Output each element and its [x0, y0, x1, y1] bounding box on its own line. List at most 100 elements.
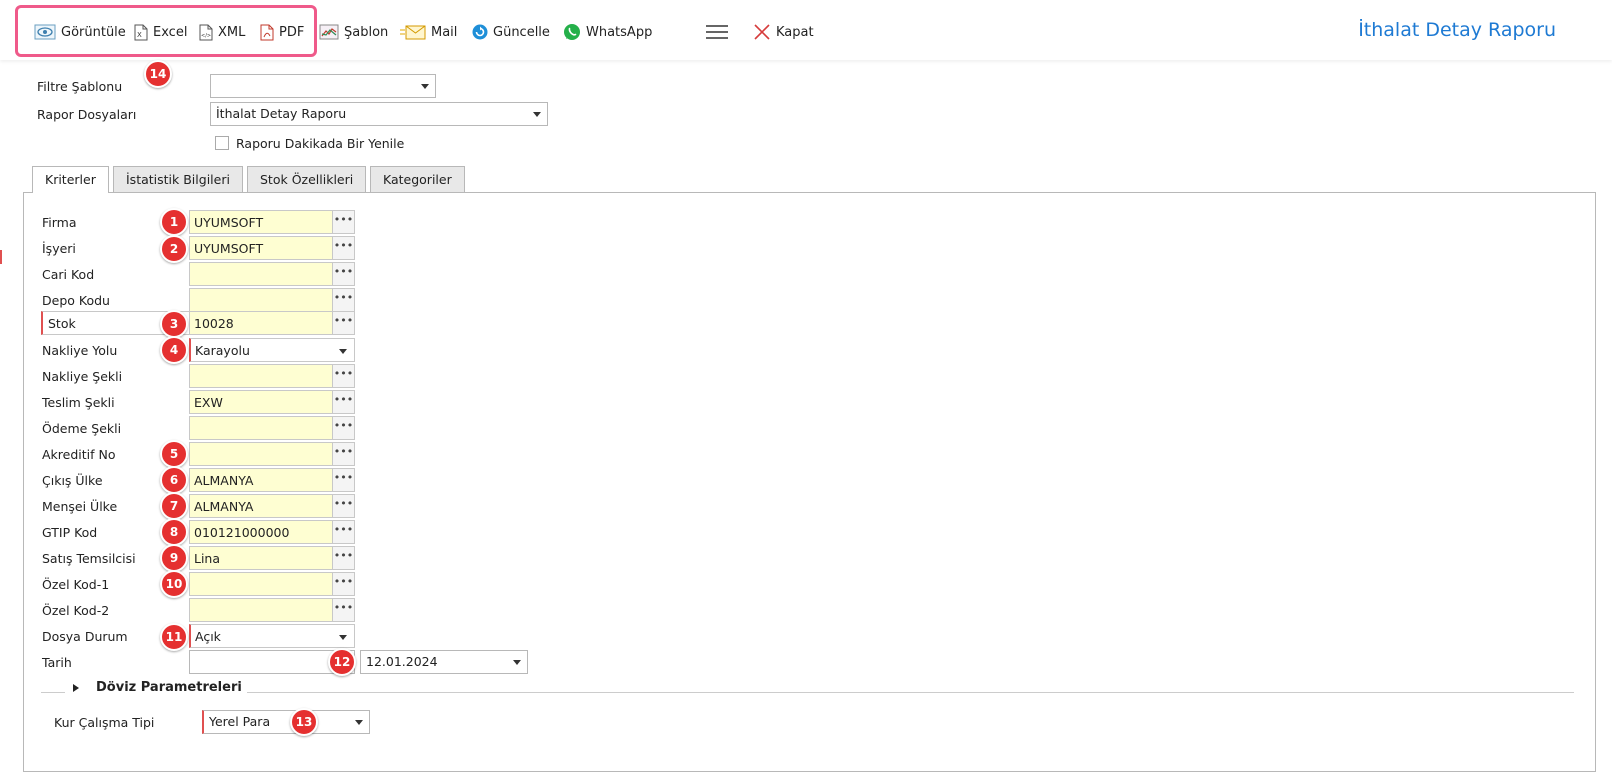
depo-kodu-lookup-button[interactable]: •••: [333, 288, 355, 312]
excel-file-icon: X: [134, 24, 148, 40]
whatsapp-button[interactable]: WhatsApp: [563, 20, 652, 44]
depo-kodu-label: Depo Kodu: [42, 293, 110, 308]
satis-temsilcisi-lookup-button[interactable]: •••: [333, 546, 355, 570]
caret-right-icon[interactable]: [72, 683, 80, 693]
template-button[interactable]: Şablon: [319, 20, 388, 44]
step-badge: 1: [160, 208, 188, 236]
cari-kod-lookup-button[interactable]: •••: [333, 262, 355, 286]
step-badge: 13: [290, 708, 318, 736]
chevron-down-icon: [513, 660, 521, 665]
akreditif-no-lookup-button[interactable]: •••: [333, 442, 355, 466]
step-badge: 5: [160, 440, 188, 468]
close-button[interactable]: Kapat: [753, 20, 814, 44]
tab-stok-ozellikleri[interactable]: Stok Özellikleri: [247, 166, 367, 192]
chevron-down-icon: [339, 349, 347, 354]
stok-lookup-button[interactable]: •••: [333, 311, 355, 335]
filter-template-select[interactable]: [210, 74, 436, 98]
step-badge: 4: [160, 336, 188, 364]
update-label: Güncelle: [493, 24, 550, 40]
template-label: Şablon: [344, 24, 389, 40]
isyeri-lookup-button[interactable]: •••: [333, 236, 355, 260]
nakliye-sekli-lookup-button[interactable]: •••: [333, 364, 355, 388]
excel-button[interactable]: X Excel: [134, 20, 187, 44]
ozel-kod-1-lookup-button[interactable]: •••: [333, 572, 355, 596]
mail-label: Mail: [431, 24, 458, 40]
step-badge: 8: [160, 518, 188, 546]
update-button[interactable]: Güncelle: [472, 20, 550, 44]
pdf-button[interactable]: PDF: [260, 20, 304, 44]
chevron-down-icon: [339, 635, 347, 640]
eye-icon: [34, 24, 56, 40]
xml-label: XML: [218, 24, 246, 40]
odeme-sekli-label: Ödeme Şekli: [42, 421, 122, 436]
mail-button[interactable]: Mail: [400, 20, 457, 44]
refresh-icon: [472, 24, 488, 40]
section-divider-left: [41, 692, 65, 693]
report-files-select[interactable]: İthalat Detay Raporu: [210, 102, 548, 126]
satis-temsilcisi-input[interactable]: Lina: [189, 546, 333, 570]
xml-file-icon: </>: [199, 24, 213, 40]
view-button[interactable]: Görüntüle: [34, 20, 126, 44]
dosya-durum-label: Dosya Durum: [42, 629, 128, 644]
menu-button[interactable]: [705, 20, 729, 44]
excel-label: Excel: [153, 24, 188, 40]
nakliye-yolu-select[interactable]: Karayolu: [189, 338, 355, 362]
chevron-down-icon: [355, 720, 363, 725]
firma-input[interactable]: UYUMSOFT: [189, 210, 333, 234]
isyeri-input[interactable]: UYUMSOFT: [189, 236, 333, 260]
akreditif-no-input[interactable]: [189, 442, 333, 466]
dosya-durum-select[interactable]: Açık: [189, 624, 355, 648]
nakliye-yolu-value: Karayolu: [195, 343, 250, 358]
xml-button[interactable]: </> XML: [199, 20, 245, 44]
ozel-kod-1-input[interactable]: [189, 572, 333, 596]
tab-kategoriler[interactable]: Kategoriler: [370, 166, 465, 192]
mensei-ulke-input[interactable]: ALMANYA: [189, 494, 333, 518]
odeme-sekli-lookup-button[interactable]: •••: [333, 416, 355, 440]
step-badge: 12: [328, 648, 356, 676]
currency-section-title: Döviz Parametreleri: [96, 680, 242, 695]
ozel-kod-2-lookup-button[interactable]: •••: [333, 598, 355, 622]
mensei-ulke-label: Menşei Ülke: [42, 499, 118, 514]
gtip-kod-lookup-button[interactable]: •••: [333, 520, 355, 544]
depo-kodu-input[interactable]: [189, 288, 333, 312]
tab-kriterler[interactable]: Kriterler: [32, 166, 109, 193]
cikis-ulke-label: Çıkış Ülke: [42, 473, 103, 488]
firma-label: Firma: [42, 215, 77, 230]
rate-type-select[interactable]: Yerel Para: [202, 710, 370, 734]
teslim-sekli-input[interactable]: EXW: [189, 390, 333, 414]
pdf-label: PDF: [279, 24, 305, 40]
step-badge: 9: [160, 544, 188, 572]
tarih-end-select[interactable]: 12.01.2024: [360, 650, 528, 674]
mail-icon: [400, 25, 426, 40]
nakliye-sekli-input[interactable]: [189, 364, 333, 388]
report-files-value: İthalat Detay Raporu: [216, 106, 347, 121]
teslim-sekli-lookup-button[interactable]: •••: [333, 390, 355, 414]
cari-kod-label: Cari Kod: [42, 267, 95, 282]
cikis-ulke-input[interactable]: ALMANYA: [189, 468, 333, 492]
chevron-down-icon: [533, 112, 541, 117]
gtip-kod-label: GTIP Kod: [42, 525, 98, 540]
step-badge: 6: [160, 466, 188, 494]
akreditif-no-label: Akreditif No: [42, 447, 116, 462]
whatsapp-label: WhatsApp: [586, 24, 653, 40]
gtip-kod-input[interactable]: 010121000000: [189, 520, 333, 544]
pdf-file-icon: [260, 24, 274, 40]
ozel-kod-2-input[interactable]: [189, 598, 333, 622]
cikis-ulke-lookup-button[interactable]: •••: [333, 468, 355, 492]
step-badge: 10: [160, 570, 188, 598]
report-files-label: Rapor Dosyaları: [37, 107, 137, 122]
odeme-sekli-input[interactable]: [189, 416, 333, 440]
firma-lookup-button[interactable]: •••: [333, 210, 355, 234]
isyeri-label: İşyeri: [42, 241, 76, 256]
auto-refresh-checkbox[interactable]: [215, 136, 229, 150]
filter-template-label: Filtre Şablonu: [37, 79, 123, 94]
step-badge: 2: [160, 235, 188, 263]
tab-istatistik-bilgileri[interactable]: İstatistik Bilgileri: [113, 166, 243, 192]
page-title: İthalat Detay Raporu: [1358, 19, 1556, 41]
svg-text:X: X: [137, 31, 142, 39]
step-badge: 11: [160, 623, 188, 651]
mensei-ulke-lookup-button[interactable]: •••: [333, 494, 355, 518]
cari-kod-input[interactable]: [189, 262, 333, 286]
step-badge: 7: [160, 492, 188, 520]
stok-input[interactable]: 10028: [189, 311, 333, 335]
